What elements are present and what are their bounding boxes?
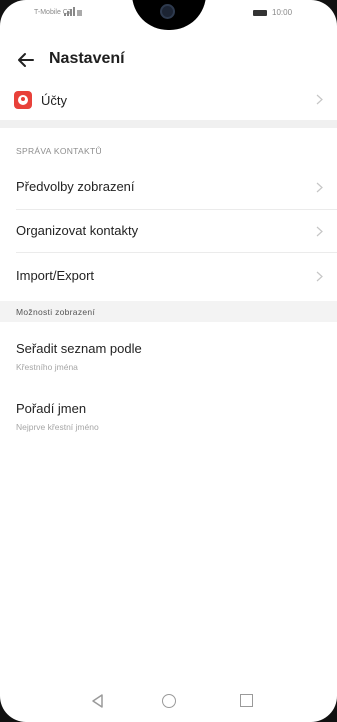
- screen-corner: [311, 0, 337, 26]
- battery-icon: [253, 10, 267, 16]
- menu-item-organize-contacts[interactable]: Organizovat kontakty: [0, 210, 337, 252]
- menu-item-name-order[interactable]: Pořadí jmen Nejprve křestní jméno: [0, 388, 337, 438]
- settings-screen: T-Mobile CZ 10:00 Nastavení Účty SPRÁVA …: [0, 0, 337, 722]
- section-header-display: Možnosti zobrazení: [16, 307, 96, 317]
- screen-corner: [311, 696, 337, 722]
- account-icon: [14, 91, 32, 109]
- nav-home-icon[interactable]: [162, 694, 176, 708]
- item-label: Seřadit seznam podle: [16, 341, 142, 356]
- page-title: Nastavení: [49, 50, 125, 67]
- item-label: Pořadí jmen: [16, 401, 87, 416]
- menu-item-import-export[interactable]: Import/Export: [0, 253, 337, 299]
- nav-recents-icon[interactable]: [240, 694, 253, 707]
- camera-icon: [160, 4, 175, 19]
- section-header-contacts: SPRÁVA KONTAKTŮ: [16, 146, 102, 156]
- menu-item-sort-list[interactable]: Seřadit seznam podle Křestního jména: [0, 328, 337, 378]
- signal-icon: [64, 7, 82, 16]
- screen-corner: [0, 696, 26, 722]
- item-sublabel: Křestního jména: [16, 362, 78, 372]
- menu-item-display-preferences[interactable]: Předvolby zobrazení: [0, 166, 337, 208]
- app-header: Nastavení: [0, 40, 337, 80]
- nav-back-icon[interactable]: [90, 693, 106, 709]
- back-arrow-icon[interactable]: [14, 48, 38, 72]
- chevron-right-icon: [316, 94, 323, 105]
- item-label: Organizovat kontakty: [16, 223, 139, 238]
- accounts-row[interactable]: Účty: [0, 84, 337, 116]
- section-divider: [0, 120, 337, 128]
- navigation-bar: [0, 685, 337, 722]
- item-label: Předvolby zobrazení: [16, 179, 135, 194]
- item-sublabel: Nejprve křestní jméno: [16, 422, 99, 432]
- clock: 10:00: [272, 8, 293, 17]
- screen-corner: [0, 0, 26, 26]
- item-label: Import/Export: [16, 268, 95, 283]
- status-bar: T-Mobile CZ 10:00: [0, 0, 337, 34]
- accounts-label: Účty: [41, 93, 67, 108]
- chevron-right-icon: [316, 182, 323, 193]
- chevron-right-icon: [316, 271, 323, 282]
- section-band: Možnosti zobrazení: [0, 301, 337, 322]
- chevron-right-icon: [316, 226, 323, 237]
